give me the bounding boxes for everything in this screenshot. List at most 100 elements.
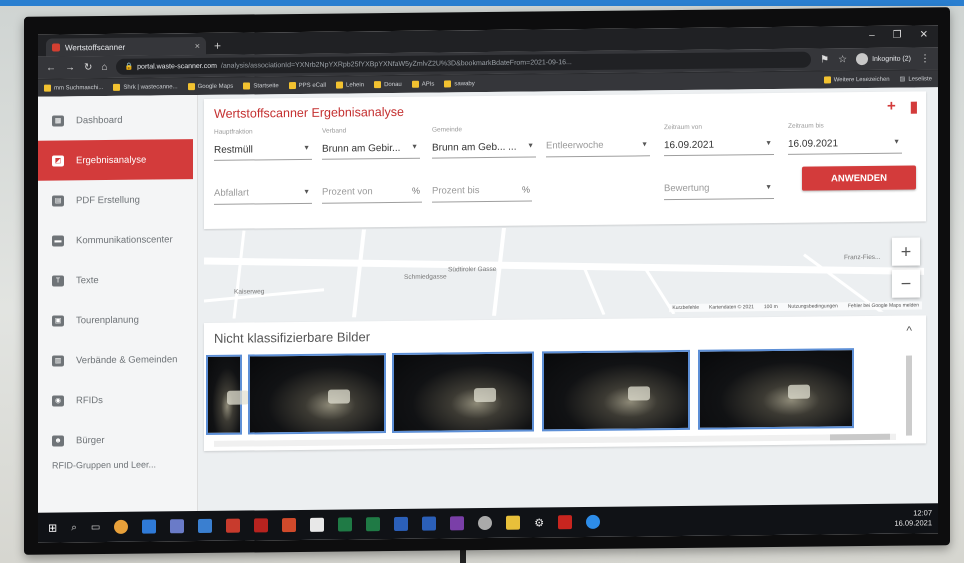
sidebar-item-kommunikation[interactable]: ▬ Kommunikationscenter <box>38 219 197 261</box>
menu-icon[interactable]: ⋮ <box>920 53 930 64</box>
bewertung-placeholder: Bewertung <box>664 182 710 195</box>
sidebar-item-verbaende[interactable]: ▥ Verbände & Gemeinden <box>38 339 197 381</box>
date-to-value: 16.09.2021 <box>788 138 839 150</box>
bookmark-item[interactable]: sawaby <box>444 80 475 88</box>
onenote-icon[interactable] <box>450 516 465 531</box>
bookmark-item[interactable]: APIs <box>411 80 434 88</box>
close-window-button[interactable]: ✕ <box>920 29 928 40</box>
chevron-down-icon: ▼ <box>303 144 310 152</box>
sidebar-item-texte[interactable]: T Texte <box>38 259 197 301</box>
explorer-icon[interactable] <box>506 515 521 530</box>
sidebar-item-rfid-gruppen[interactable]: RFID-Gruppen und Leer... <box>38 459 197 471</box>
zoom-in-button[interactable]: + <box>892 237 920 266</box>
vertical-scrollbar[interactable] <box>906 355 912 436</box>
fraction-select[interactable]: Hauptfraktion Restmüll ▼ <box>214 125 312 161</box>
sidebar-item-pdf[interactable]: ▤ PDF Erstellung <box>38 179 197 221</box>
scrollbar-handle[interactable] <box>830 433 890 441</box>
forward-icon[interactable]: → <box>65 62 75 73</box>
windows-start-icon[interactable]: ⊞ <box>48 521 57 534</box>
sidebar-item-buerger[interactable]: ☻ Bürger <box>38 419 197 461</box>
settings-icon[interactable]: ⚙ <box>534 516 544 529</box>
search-icon[interactable]: ⌕ <box>71 522 77 533</box>
sidebar-item-ergebnisanalyse[interactable]: ◩ Ergebnisanalyse <box>38 139 193 181</box>
word-icon[interactable] <box>394 516 409 531</box>
reading-list[interactable]: ▤ Leseliste <box>899 75 932 83</box>
folder-icon <box>444 80 452 88</box>
terms-link[interactable]: Nutzungsbedingungen <box>788 303 838 310</box>
task-view-icon[interactable]: ▭ <box>91 522 100 533</box>
teamviewer-icon[interactable] <box>586 514 601 529</box>
date-from-select[interactable]: Zeitraum von 16.09.2021 ▼ <box>664 120 774 157</box>
taskbar-clock[interactable]: 12:07 16.09.2021 <box>894 508 932 528</box>
report-error-link[interactable]: Fehler bei Google Maps melden <box>848 302 919 309</box>
prozent-von-input[interactable]: Prozent von % <box>322 168 422 204</box>
street-label: Franz-Fies... <box>844 253 881 262</box>
chrome-icon[interactable] <box>114 519 129 534</box>
star-icon[interactable]: ☆ <box>838 54 847 65</box>
image-thumbnail[interactable] <box>392 351 534 433</box>
powerpoint-icon[interactable] <box>282 517 297 533</box>
app-icon[interactable] <box>478 515 493 531</box>
prozent-bis-input[interactable]: Prozent bis % <box>432 167 532 203</box>
date-to-select[interactable]: Zeitraum bis 16.09.2021 ▼ <box>788 119 902 155</box>
incognito-indicator[interactable]: Inkognito (2) <box>856 53 911 66</box>
apply-button[interactable]: ANWENDEN <box>802 165 916 191</box>
image-thumbnail[interactable] <box>542 349 690 432</box>
image-thumbnail[interactable] <box>698 348 854 430</box>
home-icon[interactable]: ⌂ <box>101 61 107 72</box>
chevron-down-icon: ▼ <box>411 143 418 151</box>
minimize-button[interactable]: – <box>869 30 875 41</box>
back-icon[interactable]: ← <box>46 62 56 73</box>
extension-icon[interactable]: ⚑ <box>820 54 829 65</box>
notepad-icon[interactable] <box>310 517 325 532</box>
bookmark-item[interactable]: Google Maps <box>187 83 233 91</box>
url-path: /analysis/associationId=YXNrb2NpYXRpb25f… <box>220 58 572 70</box>
reading-list-icon: ▤ <box>899 76 906 83</box>
folder-icon <box>411 80 419 88</box>
bookmark-item[interactable]: Lehein <box>336 81 364 89</box>
gemeinde-select[interactable]: Gemeinde Brunn am Geb... ... ▼ <box>432 123 536 159</box>
outlook-icon[interactable] <box>198 518 213 534</box>
image-thumbnail[interactable] <box>248 353 386 435</box>
collapse-icon[interactable]: ^ <box>906 324 912 338</box>
bookmark-item[interactable]: Shrk | wastecanne... <box>113 83 178 91</box>
app-icon[interactable] <box>170 519 185 534</box>
add-icon[interactable]: + <box>887 98 896 116</box>
new-tab-button[interactable]: + <box>214 37 221 55</box>
word-icon[interactable] <box>422 516 437 531</box>
browser-tab[interactable]: Wertstoffscanner × <box>46 36 206 57</box>
excel-icon[interactable] <box>338 517 353 532</box>
reload-icon[interactable]: ↻ <box>84 62 92 73</box>
zoom-out-button[interactable]: − <box>892 269 920 298</box>
other-bookmarks[interactable]: Weitere Lesezeichen <box>823 76 890 84</box>
bookmark-item[interactable]: mm Suchmaschi... <box>44 84 103 92</box>
sidebar-item-dashboard[interactable]: ▦ Dashboard <box>38 99 197 141</box>
chat-icon: ▬ <box>52 234 64 247</box>
chevron-down-icon: ▼ <box>527 142 534 150</box>
image-thumbnail[interactable] <box>206 354 242 435</box>
folder-icon <box>823 76 831 84</box>
bookmark-item[interactable]: PPS eCall <box>288 82 326 90</box>
acrobat-icon[interactable] <box>558 515 573 530</box>
abfallart-select[interactable]: Abfallart ▼ <box>214 169 312 205</box>
sidebar-item-rfids[interactable]: ◉ RFIDs <box>38 379 197 421</box>
page-title: Wertstoffscanner Ergebnisanalyse <box>214 104 404 121</box>
sidebar-item-tourenplanung[interactable]: ▣ Tourenplanung <box>38 299 197 341</box>
lock-icon: 🔒 <box>124 63 134 71</box>
tab-close-icon[interactable]: × <box>195 41 200 51</box>
shortcuts-link[interactable]: Kurzbefehle <box>672 305 699 311</box>
maximize-button[interactable]: ❐ <box>893 30 902 41</box>
leerwoche-select[interactable]: Entleerwoche ▼ <box>546 122 650 158</box>
verband-select[interactable]: Verband Brunn am Gebir... ▼ <box>322 124 420 160</box>
bookmark-icon[interactable]: ▮ <box>910 97 918 115</box>
folder-icon <box>374 81 382 89</box>
filezilla-icon[interactable] <box>226 518 241 533</box>
excel-icon[interactable] <box>366 517 381 532</box>
bookmark-item[interactable]: Donau <box>374 81 402 89</box>
bewertung-select[interactable]: Bewertung ▼ <box>664 164 774 201</box>
app-icon[interactable] <box>254 518 269 533</box>
map-view[interactable]: Südtiroler Gasse Franz-Fies... Schmiedga… <box>204 223 926 319</box>
bookmark-item[interactable]: Startseite <box>243 82 279 90</box>
edge-icon[interactable] <box>142 519 157 534</box>
horizontal-scrollbar[interactable] <box>214 433 896 447</box>
